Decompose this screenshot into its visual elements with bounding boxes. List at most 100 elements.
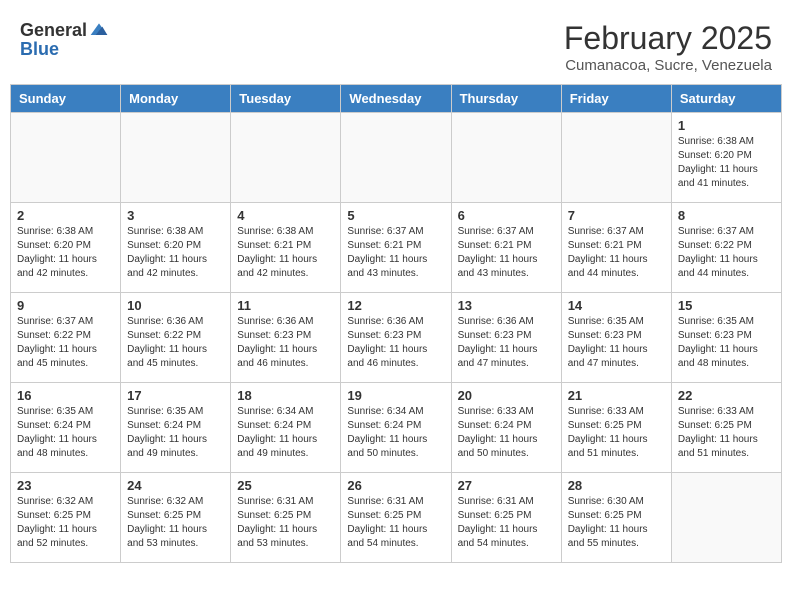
- calendar-day-cell: 9Sunrise: 6:37 AM Sunset: 6:22 PM Daylig…: [11, 293, 121, 383]
- weekday-header: Friday: [561, 85, 671, 113]
- calendar-week-row: 16 Sunrise: 6:35 AM Sunset: 6:24 PM Dayli…: [11, 383, 782, 473]
- location-title: Cumanacoa, Sucre, Venezuela: [564, 57, 772, 74]
- day-info: Sunrise: 6:33 AM Sunset: 6:24 PM Dayligh…: [458, 405, 555, 461]
- logo-icon: [89, 20, 109, 40]
- calendar-day-cell: 17 Sunrise: 6:35 AM Sunset: 6:24 PM Dayli…: [121, 383, 231, 473]
- day-info: Sunrise: 6:35 AM Sunset: 6:23 PM Dayligh…: [568, 315, 665, 371]
- day-number: 5: [347, 208, 444, 223]
- calendar-day-cell: 25 Sunrise: 6:31 AM Sunset: 6:25 PM Dayli…: [231, 473, 341, 563]
- calendar-day-cell: 11 Sunrise: 6:36 AM Sunset: 6:23 PM Dayli…: [231, 293, 341, 383]
- calendar-day-cell: [451, 113, 561, 203]
- weekday-header: Wednesday: [341, 85, 451, 113]
- calendar-day-cell: 2 Sunrise: 6:38 AM Sunset: 6:20 PM Daylig…: [11, 203, 121, 293]
- day-number: 21: [568, 388, 665, 403]
- calendar-week-row: 1 Sunrise: 6:38 AM Sunset: 6:20 PM Daylig…: [11, 113, 782, 203]
- calendar-day-cell: 26 Sunrise: 6:31 AM Sunset: 6:25 PM Dayli…: [341, 473, 451, 563]
- day-number: 11: [237, 298, 334, 313]
- calendar-day-cell: 1 Sunrise: 6:38 AM Sunset: 6:20 PM Daylig…: [671, 113, 781, 203]
- day-number: 8: [678, 208, 775, 223]
- calendar-day-cell: 27 Sunrise: 6:31 AM Sunset: 6:25 PM Dayli…: [451, 473, 561, 563]
- weekday-header: Tuesday: [231, 85, 341, 113]
- day-number: 27: [458, 478, 555, 493]
- calendar-day-cell: [671, 473, 781, 563]
- day-number: 17: [127, 388, 224, 403]
- calendar-day-cell: 15 Sunrise: 6:35 AM Sunset: 6:23 PM Dayli…: [671, 293, 781, 383]
- day-number: 15: [678, 298, 775, 313]
- calendar-day-cell: [231, 113, 341, 203]
- logo: General Blue: [20, 20, 109, 60]
- calendar-day-cell: [11, 113, 121, 203]
- day-number: 7: [568, 208, 665, 223]
- calendar-day-cell: 19 Sunrise: 6:34 AM Sunset: 6:24 PM Dayli…: [341, 383, 451, 473]
- day-info: Sunrise: 6:38 AM Sunset: 6:21 PM Dayligh…: [237, 225, 334, 281]
- calendar-day-cell: 7 Sunrise: 6:37 AM Sunset: 6:21 PM Daylig…: [561, 203, 671, 293]
- calendar-day-cell: 10 Sunrise: 6:36 AM Sunset: 6:22 PM Dayli…: [121, 293, 231, 383]
- calendar-day-cell: 21 Sunrise: 6:33 AM Sunset: 6:25 PM Dayli…: [561, 383, 671, 473]
- calendar-day-cell: 28 Sunrise: 6:30 AM Sunset: 6:25 PM Dayli…: [561, 473, 671, 563]
- day-number: 16: [17, 388, 114, 403]
- day-number: 24: [127, 478, 224, 493]
- day-info: Sunrise: 6:37 AM Sunset: 6:22 PM Dayligh…: [678, 225, 775, 281]
- calendar-day-cell: 3 Sunrise: 6:38 AM Sunset: 6:20 PM Daylig…: [121, 203, 231, 293]
- day-info: Sunrise: 6:37 AM Sunset: 6:21 PM Dayligh…: [568, 225, 665, 281]
- weekday-header: Monday: [121, 85, 231, 113]
- day-info: Sunrise: 6:33 AM Sunset: 6:25 PM Dayligh…: [568, 405, 665, 461]
- day-number: 14: [568, 298, 665, 313]
- day-info: Sunrise: 6:37 AM Sunset: 6:22 PM Dayligh…: [17, 315, 114, 371]
- day-info: Sunrise: 6:32 AM Sunset: 6:25 PM Dayligh…: [17, 495, 114, 551]
- day-number: 1: [678, 118, 775, 133]
- day-number: 25: [237, 478, 334, 493]
- calendar-day-cell: 14 Sunrise: 6:35 AM Sunset: 6:23 PM Dayli…: [561, 293, 671, 383]
- day-number: 2: [17, 208, 114, 223]
- day-info: Sunrise: 6:31 AM Sunset: 6:25 PM Dayligh…: [458, 495, 555, 551]
- day-info: Sunrise: 6:31 AM Sunset: 6:25 PM Dayligh…: [347, 495, 444, 551]
- day-number: 20: [458, 388, 555, 403]
- day-info: Sunrise: 6:35 AM Sunset: 6:24 PM Dayligh…: [17, 405, 114, 461]
- day-number: 10: [127, 298, 224, 313]
- title-section: February 2025 Cumanacoa, Sucre, Venezuel…: [564, 20, 772, 74]
- calendar-day-cell: 13 Sunrise: 6:36 AM Sunset: 6:23 PM Dayli…: [451, 293, 561, 383]
- day-info: Sunrise: 6:37 AM Sunset: 6:21 PM Dayligh…: [458, 225, 555, 281]
- calendar-day-cell: 5 Sunrise: 6:37 AM Sunset: 6:21 PM Daylig…: [341, 203, 451, 293]
- day-info: Sunrise: 6:36 AM Sunset: 6:23 PM Dayligh…: [237, 315, 334, 371]
- day-info: Sunrise: 6:30 AM Sunset: 6:25 PM Dayligh…: [568, 495, 665, 551]
- calendar-week-row: 23 Sunrise: 6:32 AM Sunset: 6:25 PM Dayli…: [11, 473, 782, 563]
- day-info: Sunrise: 6:36 AM Sunset: 6:22 PM Dayligh…: [127, 315, 224, 371]
- day-number: 4: [237, 208, 334, 223]
- logo-blue: Blue: [20, 39, 59, 59]
- day-number: 13: [458, 298, 555, 313]
- calendar-day-cell: 20 Sunrise: 6:33 AM Sunset: 6:24 PM Dayli…: [451, 383, 561, 473]
- day-info: Sunrise: 6:34 AM Sunset: 6:24 PM Dayligh…: [347, 405, 444, 461]
- calendar-day-cell: 22Sunrise: 6:33 AM Sunset: 6:25 PM Dayli…: [671, 383, 781, 473]
- day-info: Sunrise: 6:34 AM Sunset: 6:24 PM Dayligh…: [237, 405, 334, 461]
- calendar-day-cell: 16 Sunrise: 6:35 AM Sunset: 6:24 PM Dayli…: [11, 383, 121, 473]
- calendar-day-cell: 24Sunrise: 6:32 AM Sunset: 6:25 PM Dayli…: [121, 473, 231, 563]
- weekday-header: Sunday: [11, 85, 121, 113]
- calendar-table: SundayMondayTuesdayWednesdayThursdayFrid…: [10, 84, 782, 563]
- day-info: Sunrise: 6:37 AM Sunset: 6:21 PM Dayligh…: [347, 225, 444, 281]
- day-number: 18: [237, 388, 334, 403]
- day-info: Sunrise: 6:35 AM Sunset: 6:23 PM Dayligh…: [678, 315, 775, 371]
- day-number: 23: [17, 478, 114, 493]
- calendar-day-cell: [561, 113, 671, 203]
- calendar-day-cell: 4 Sunrise: 6:38 AM Sunset: 6:21 PM Daylig…: [231, 203, 341, 293]
- calendar-day-cell: 23 Sunrise: 6:32 AM Sunset: 6:25 PM Dayli…: [11, 473, 121, 563]
- day-info: Sunrise: 6:38 AM Sunset: 6:20 PM Dayligh…: [17, 225, 114, 281]
- day-number: 19: [347, 388, 444, 403]
- day-info: Sunrise: 6:31 AM Sunset: 6:25 PM Dayligh…: [237, 495, 334, 551]
- day-info: Sunrise: 6:38 AM Sunset: 6:20 PM Dayligh…: [127, 225, 224, 281]
- day-number: 26: [347, 478, 444, 493]
- day-info: Sunrise: 6:33 AM Sunset: 6:25 PM Dayligh…: [678, 405, 775, 461]
- day-info: Sunrise: 6:35 AM Sunset: 6:24 PM Dayligh…: [127, 405, 224, 461]
- calendar-day-cell: 12Sunrise: 6:36 AM Sunset: 6:23 PM Dayli…: [341, 293, 451, 383]
- day-number: 28: [568, 478, 665, 493]
- day-number: 6: [458, 208, 555, 223]
- calendar-day-cell: [341, 113, 451, 203]
- day-number: 3: [127, 208, 224, 223]
- logo-general: General: [20, 21, 87, 39]
- calendar-day-cell: 8 Sunrise: 6:37 AM Sunset: 6:22 PM Daylig…: [671, 203, 781, 293]
- day-info: Sunrise: 6:38 AM Sunset: 6:20 PM Dayligh…: [678, 135, 775, 191]
- day-info: Sunrise: 6:36 AM Sunset: 6:23 PM Dayligh…: [458, 315, 555, 371]
- calendar-day-cell: 18 Sunrise: 6:34 AM Sunset: 6:24 PM Dayli…: [231, 383, 341, 473]
- calendar-day-cell: 6 Sunrise: 6:37 AM Sunset: 6:21 PM Daylig…: [451, 203, 561, 293]
